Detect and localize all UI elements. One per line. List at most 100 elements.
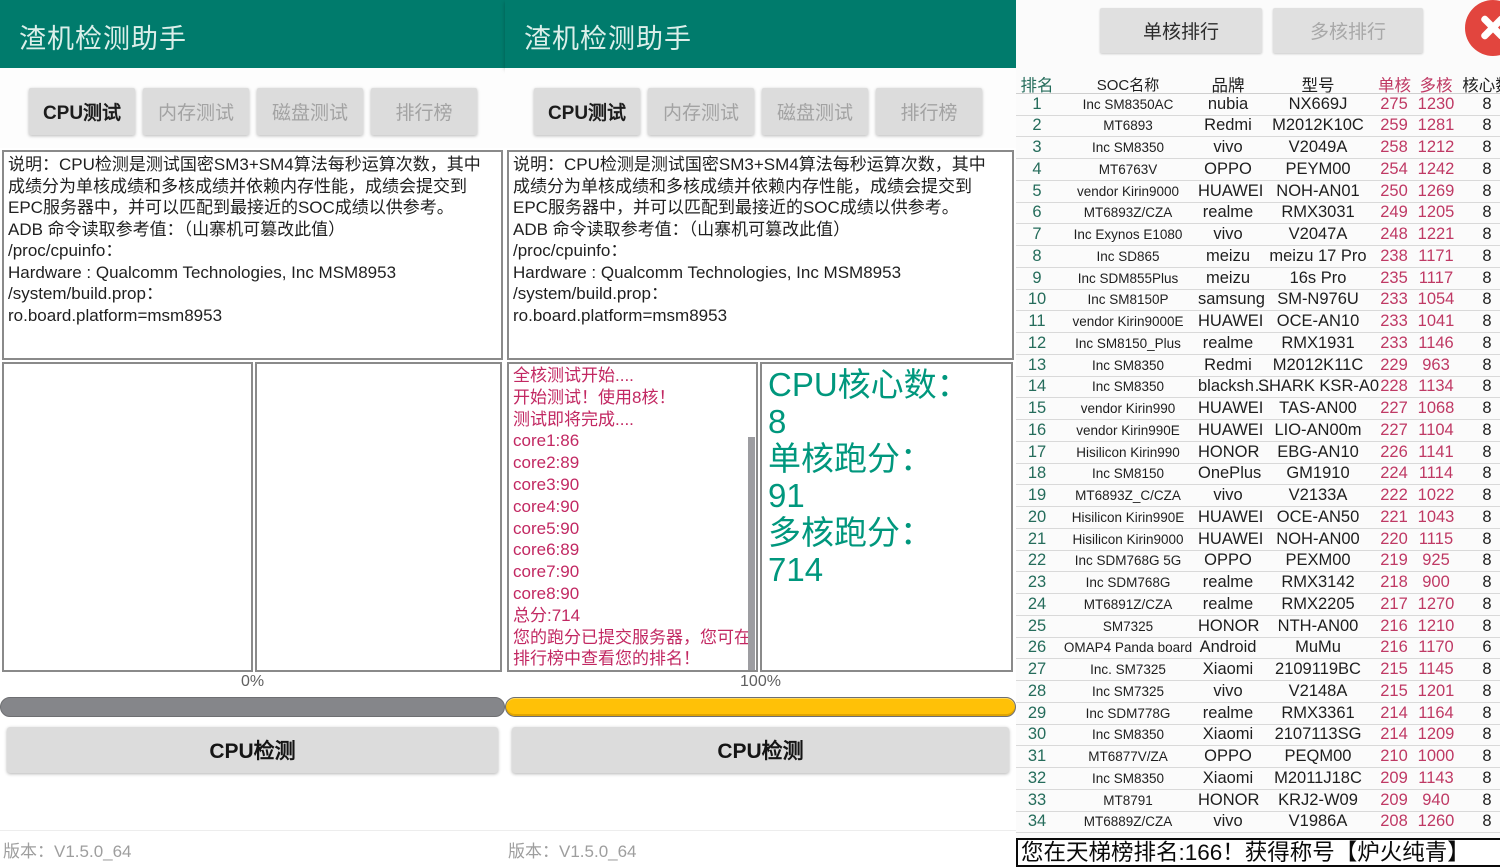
cell-multi-core: 1146 [1410, 334, 1462, 353]
description-line: /system/build.prop： [513, 283, 1008, 305]
cell-brand: realme [1198, 573, 1258, 592]
cell-multi-core: 1143 [1410, 769, 1462, 788]
cell-multi-core: 1221 [1410, 225, 1462, 244]
scrollbar-thumb[interactable] [748, 437, 755, 670]
cell-model: MuMu [1258, 638, 1378, 657]
cell-brand: HUAWEI [1198, 530, 1258, 549]
cell-model: RMX1931 [1258, 334, 1378, 353]
cpu-detect-button[interactable]: CPU检测 [512, 727, 1009, 773]
cell-multi-core: 1201 [1410, 682, 1462, 701]
description-line: ADB 命令读取参考值：（山寨机可篡改此值） [8, 219, 497, 241]
cell-soc-name: MT8791 [1058, 793, 1198, 808]
cell-core-count: 8 [1462, 160, 1500, 179]
result-line: 91 [768, 477, 1005, 514]
cell-model: V2047A [1258, 225, 1378, 244]
cell-rank: 28 [1016, 682, 1058, 701]
log-line: core7:90 [513, 561, 752, 583]
cell-multi-core: 925 [1410, 551, 1462, 570]
cell-rank: 2 [1016, 116, 1058, 135]
cell-single-core: 221 [1378, 508, 1410, 527]
cell-model: RMX3361 [1258, 704, 1378, 723]
tab-leaderboard[interactable]: 排行榜 [876, 88, 982, 135]
description-line: 说明：CPU检测是测试国密SM3+SM4算法每秒运算次数，其中 [513, 154, 1008, 176]
table-row: 14Inc SM8350blacksh…SHARK KSR-A022811348 [1016, 377, 1500, 399]
log-line: 排行榜中查看您的排名！ [513, 648, 752, 670]
cell-soc-name: SM7325 [1058, 619, 1198, 634]
table-row: 19MT6893Z_C/CZAvivoV2133A22210228 [1016, 485, 1500, 507]
tab-single-core-ranking[interactable]: 单核排行 [1100, 8, 1262, 53]
cell-brand: OPPO [1198, 160, 1258, 179]
tab-disk-test[interactable]: 磁盘测试 [257, 88, 363, 135]
cell-rank: 6 [1016, 203, 1058, 222]
table-row: 23Inc SDM768GrealmeRMX31422189008 [1016, 572, 1500, 594]
cell-single-core: 215 [1378, 682, 1410, 701]
cell-rank: 22 [1016, 551, 1058, 570]
cell-brand: vivo [1198, 138, 1258, 157]
tab-disk-test[interactable]: 磁盘测试 [762, 88, 868, 135]
cell-soc-name: Hisilicon Kirin990E [1058, 510, 1198, 525]
cell-single-core: 233 [1378, 312, 1410, 331]
app-title: 渣机检测助手 [524, 17, 692, 56]
description-line: EPC服务器中，并可以匹配到最接近的SOC成绩以供参考。 [513, 197, 1008, 219]
description-line: 说明：CPU检测是测试国密SM3+SM4算法每秒运算次数，其中 [8, 154, 497, 176]
cell-model: V1986A [1258, 812, 1378, 831]
table-row: 9Inc SDM855Plusmeizu16s Pro23511178 [1016, 268, 1500, 290]
table-row: 26OMAP4 Panda boardAndroidMuMu21611706 [1016, 638, 1500, 660]
cell-brand: samsung [1198, 290, 1258, 309]
tab-memory-test[interactable]: 内存测试 [143, 88, 249, 135]
cpu-detect-button[interactable]: CPU检测 [7, 727, 498, 773]
cell-single-core: 235 [1378, 269, 1410, 288]
tab-multi-core-ranking[interactable]: 多核排行 [1273, 8, 1423, 53]
progress-bar [0, 697, 505, 717]
cell-soc-name: MT6893 [1058, 118, 1198, 133]
cell-core-count: 8 [1462, 138, 1500, 157]
cell-core-count: 8 [1462, 508, 1500, 527]
cell-multi-core: 940 [1410, 791, 1462, 810]
table-row: 27Inc. SM7325Xiaomi2109119BC21511458 [1016, 659, 1500, 681]
cell-model: NTH-AN00 [1258, 617, 1378, 636]
app-header: 渣机检测助手 [0, 0, 505, 68]
description-line: /proc/cpuinfo： [8, 240, 497, 262]
cell-model: meizu 17 Pro [1258, 247, 1378, 266]
cell-single-core: 208 [1378, 812, 1410, 831]
progress-label: 0% [0, 673, 505, 694]
tab-cpu-test[interactable]: CPU测试 [534, 88, 640, 135]
cell-multi-core: 1117 [1410, 269, 1462, 288]
app-header: 渣机检测助手 [505, 0, 1016, 68]
tab-memory-test[interactable]: 内存测试 [648, 88, 754, 135]
cell-brand: realme [1198, 334, 1258, 353]
cell-multi-core: 1171 [1410, 247, 1462, 266]
test-log-box: 全核测试开始....开始测试！使用8核！测试即将完成....core1:86co… [507, 362, 758, 672]
cell-multi-core: 1115 [1410, 530, 1462, 549]
cell-rank: 16 [1016, 421, 1058, 440]
cell-brand: vivo [1198, 812, 1258, 831]
cell-soc-name: MT6891Z/CZA [1058, 597, 1198, 612]
table-row: 2MT6893RedmiM2012K10C25912818 [1016, 116, 1500, 138]
tab-leaderboard[interactable]: 排行榜 [371, 88, 477, 135]
cell-rank: 11 [1016, 312, 1058, 331]
cell-rank: 27 [1016, 660, 1058, 679]
cell-brand: HUAWEI [1198, 421, 1258, 440]
cell-soc-name: vendor Kirin9000E [1058, 314, 1198, 329]
table-row: 30Inc SM8350Xiaomi2107113SG21412098 [1016, 725, 1500, 747]
tab-cpu-test[interactable]: CPU测试 [29, 88, 135, 135]
cell-single-core: 227 [1378, 399, 1410, 418]
cell-model: NX669J [1258, 95, 1378, 114]
cell-soc-name: Inc SM7325 [1058, 684, 1198, 699]
description-line: Hardware : Qualcomm Technologies, Inc MS… [8, 262, 497, 284]
cell-soc-name: Hisilicon Kirin990 [1058, 445, 1198, 460]
table-body: 1Inc SM8350ACnubiaNX669J275123082MT6893R… [1016, 94, 1500, 834]
cell-multi-core: 1260 [1410, 812, 1462, 831]
progress-fill [506, 698, 1015, 716]
cell-single-core: 233 [1378, 290, 1410, 309]
description-line: Hardware : Qualcomm Technologies, Inc MS… [513, 262, 1008, 284]
table-header-row: 排名 SOC名称 品牌 型号 单核 多核 核心数 [1016, 72, 1500, 94]
cell-multi-core: 1104 [1410, 421, 1462, 440]
close-button[interactable] [1465, 0, 1500, 56]
cell-soc-name: Inc. SM7325 [1058, 662, 1198, 677]
cell-soc-name: Inc SD865 [1058, 249, 1198, 264]
version-label: 版本：V1.5.0_64 [3, 837, 132, 862]
cell-model: 16s Pro [1258, 269, 1378, 288]
cell-single-core: 222 [1378, 486, 1410, 505]
cell-rank: 31 [1016, 747, 1058, 766]
